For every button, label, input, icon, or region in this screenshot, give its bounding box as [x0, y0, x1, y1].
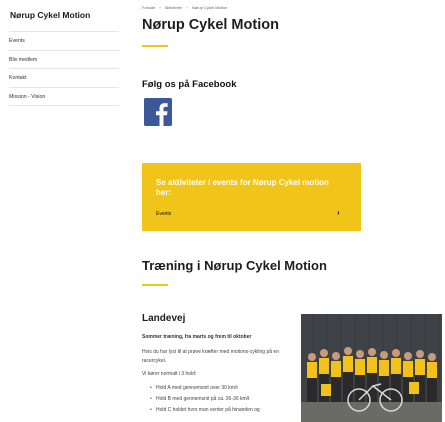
teams-intro-text: Vi kører normalt i 3 hold:: [142, 371, 197, 377]
team-photo: [301, 314, 442, 422]
facebook-heading: Følg os på Facebook: [142, 79, 237, 90]
title-accent-line: [142, 45, 168, 47]
breadcrumb-home-link[interactable]: Forside: [142, 5, 155, 10]
events-cta-box[interactable]: Se aktiviteter / events for Nørup Cykel …: [142, 163, 361, 231]
list-item: Hold A med gennemsnit over 30 km/t: [150, 385, 260, 396]
sidebar-item-bliv-medlem[interactable]: Bliv medlem: [9, 51, 119, 69]
breadcrumb-separator: ›: [159, 5, 161, 10]
list-item: Hold B med gennemsnit på ca. 26-30 km/t: [150, 396, 260, 407]
teams-list: Hold A med gennemsnit over 30 km/t Hold …: [150, 385, 260, 418]
sidebar-nav: Events Bliv medlem Kontakt Mission - Vis…: [9, 31, 119, 106]
sidebar-item-events[interactable]: Events: [9, 32, 119, 51]
breadcrumb: Forside › Aktiviteter › Nørup Cykel Moti…: [142, 5, 230, 10]
sidebar-item-mission-vision[interactable]: Mission - Vision: [9, 88, 119, 106]
chevron-right-icon[interactable]: ›: [337, 208, 340, 217]
sidebar: Nørup Cykel Motion Events Bliv medlem Ko…: [0, 0, 128, 422]
intro-text: Hvis du har lyst til at prøve kræfter me…: [142, 349, 279, 364]
cta-title: Se aktiviteter / events for Nørup Cykel …: [156, 178, 329, 197]
facebook-icon[interactable]: [144, 98, 172, 126]
schedule-text: Sommer træning, fra marts og frem til ok…: [142, 334, 252, 340]
cta-events-link[interactable]: Events: [156, 211, 171, 217]
sidebar-item-kontakt[interactable]: Kontakt: [9, 69, 119, 88]
subsection-title: Landevej: [142, 313, 186, 324]
list-item: Hold C holdet hvor man venter på hinande…: [150, 407, 260, 418]
breadcrumb-activities-link[interactable]: Aktiviteter: [165, 5, 183, 10]
breadcrumb-separator: ›: [186, 5, 188, 10]
site-title[interactable]: Nørup Cykel Motion: [10, 10, 90, 20]
section-title: Træning i Nørup Cykel Motion: [142, 258, 327, 273]
breadcrumb-current: Nørup Cykel Motion: [191, 5, 228, 10]
page-title: Nørup Cykel Motion: [142, 17, 279, 33]
section-accent-line: [142, 284, 168, 286]
